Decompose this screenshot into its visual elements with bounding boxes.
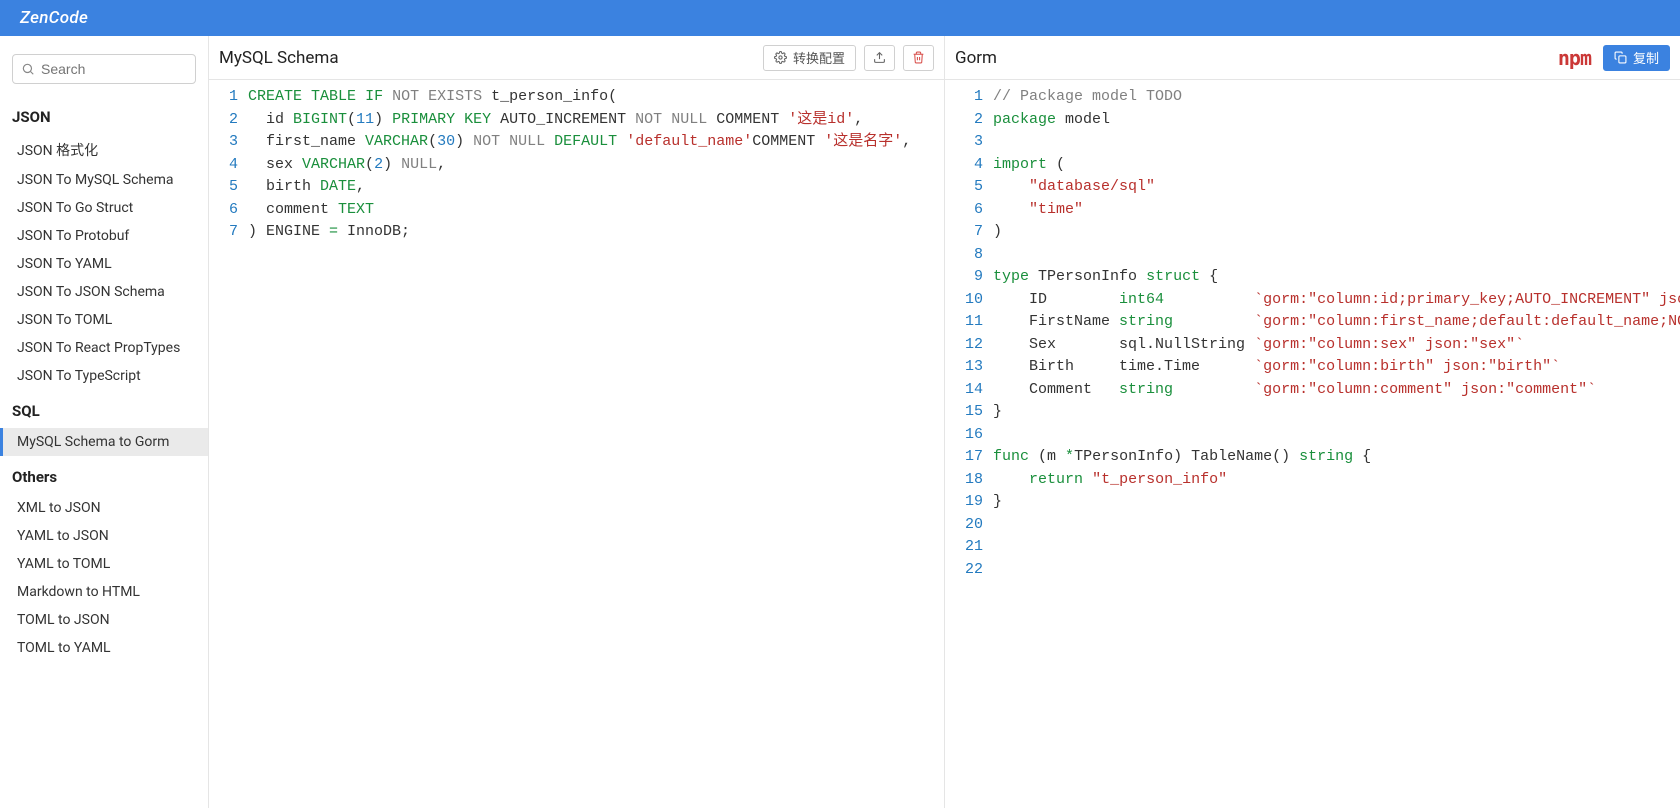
convert-settings-button[interactable]: 转换配置 — [763, 45, 856, 71]
code-line[interactable]: birth DATE, — [248, 176, 911, 199]
left-panel-header: MySQL Schema 转换配置 — [209, 36, 944, 80]
sidebar: JSONJSON 格式化JSON To MySQL SchemaJSON To … — [0, 36, 209, 808]
code-line[interactable] — [993, 514, 1670, 537]
code-line[interactable] — [993, 559, 1670, 582]
code-line[interactable] — [993, 424, 1670, 447]
sidebar-group-title: JSON — [0, 96, 208, 134]
sidebar-item[interactable]: MySQL Schema to Gorm — [0, 428, 208, 456]
app-header: ZenCode — [0, 0, 1680, 36]
copy-label: 复制 — [1633, 48, 1659, 67]
code-line[interactable] — [993, 131, 1670, 154]
sidebar-item[interactable]: JSON 格式化 — [0, 134, 208, 166]
brand-name: ZenCode — [20, 8, 88, 28]
sidebar-item[interactable]: JSON To React PropTypes — [0, 334, 208, 362]
search-box[interactable] — [12, 54, 196, 84]
code-line[interactable]: } — [993, 401, 1670, 424]
code-line[interactable]: comment TEXT — [248, 199, 911, 222]
sidebar-item[interactable]: TOML to JSON — [0, 606, 208, 634]
code-line[interactable]: "database/sql" — [993, 176, 1670, 199]
left-code[interactable]: CREATE TABLE IF NOT EXISTS t_person_info… — [248, 80, 921, 808]
sidebar-item[interactable]: JSON To TOML — [0, 306, 208, 334]
code-line[interactable] — [993, 536, 1670, 559]
left-panel: MySQL Schema 转换配置 1234567 CREATE TA — [209, 36, 945, 808]
sidebar-item[interactable]: JSON To TypeScript — [0, 362, 208, 390]
right-editor[interactable]: 12345678910111213141516171819202122 // P… — [945, 80, 1680, 808]
search-input[interactable] — [41, 61, 187, 77]
sidebar-item[interactable]: XML to JSON — [0, 494, 208, 522]
sidebar-item[interactable]: JSON To Protobuf — [0, 222, 208, 250]
sidebar-item[interactable]: TOML to YAML — [0, 634, 208, 662]
code-line[interactable]: id BIGINT(11) PRIMARY KEY AUTO_INCREMENT… — [248, 109, 911, 132]
sidebar-group-title: Others — [0, 456, 208, 494]
code-line[interactable]: Sex sql.NullString `gorm:"column:sex" js… — [993, 334, 1670, 357]
sidebar-item[interactable]: JSON To JSON Schema — [0, 278, 208, 306]
code-line[interactable]: Birth time.Time `gorm:"column:birth" jso… — [993, 356, 1670, 379]
app-body: JSONJSON 格式化JSON To MySQL SchemaJSON To … — [0, 36, 1680, 808]
code-line[interactable]: return "t_person_info" — [993, 469, 1670, 492]
code-line[interactable]: sex VARCHAR(2) NULL, — [248, 154, 911, 177]
npm-logo[interactable]: npm — [1558, 46, 1591, 70]
left-gutter: 1234567 — [209, 80, 248, 808]
code-line[interactable]: ) — [993, 221, 1670, 244]
copy-button[interactable]: 复制 — [1603, 45, 1670, 71]
copy-icon — [1614, 51, 1627, 64]
code-line[interactable]: // Package model TODO — [993, 86, 1670, 109]
code-line[interactable]: ID int64 `gorm:"column:id;primary_key;AU… — [993, 289, 1670, 312]
delete-button[interactable] — [903, 45, 934, 71]
search-icon — [21, 62, 35, 76]
code-line[interactable]: first_name VARCHAR(30) NOT NULL DEFAULT … — [248, 131, 911, 154]
sidebar-item[interactable]: YAML to JSON — [0, 522, 208, 550]
upload-icon — [873, 51, 886, 64]
code-line[interactable]: Comment string `gorm:"column:comment" js… — [993, 379, 1670, 402]
left-panel-title: MySQL Schema — [219, 48, 339, 68]
code-line[interactable]: CREATE TABLE IF NOT EXISTS t_person_info… — [248, 86, 911, 109]
right-code[interactable]: // Package model TODOpackage model impor… — [993, 80, 1680, 808]
code-line[interactable]: "time" — [993, 199, 1670, 222]
sidebar-group-title: SQL — [0, 390, 208, 428]
code-line[interactable]: FirstName string `gorm:"column:first_nam… — [993, 311, 1670, 334]
left-editor[interactable]: 1234567 CREATE TABLE IF NOT EXISTS t_per… — [209, 80, 944, 808]
sidebar-item[interactable]: YAML to TOML — [0, 550, 208, 578]
sidebar-item[interactable]: JSON To MySQL Schema — [0, 166, 208, 194]
code-line[interactable]: import ( — [993, 154, 1670, 177]
code-line[interactable]: type TPersonInfo struct { — [993, 266, 1670, 289]
code-line[interactable]: func (m *TPersonInfo) TableName() string… — [993, 446, 1670, 469]
sidebar-item[interactable]: Markdown to HTML — [0, 578, 208, 606]
right-panel-title: Gorm — [955, 48, 997, 68]
trash-icon — [912, 51, 925, 64]
gear-icon — [774, 51, 787, 64]
panels: MySQL Schema 转换配置 1234567 CREATE TA — [209, 36, 1680, 808]
sidebar-item[interactable]: JSON To Go Struct — [0, 194, 208, 222]
upload-button[interactable] — [864, 45, 895, 71]
right-panel-header: Gorm npm 复制 — [945, 36, 1680, 80]
sidebar-item[interactable]: JSON To YAML — [0, 250, 208, 278]
code-line[interactable]: ) ENGINE = InnoDB; — [248, 221, 911, 244]
code-line[interactable]: } — [993, 491, 1670, 514]
code-line[interactable] — [993, 244, 1670, 267]
code-line[interactable]: package model — [993, 109, 1670, 132]
right-gutter: 12345678910111213141516171819202122 — [945, 80, 993, 808]
right-panel: Gorm npm 复制 1234567891011121314151617181… — [945, 36, 1680, 808]
convert-settings-label: 转换配置 — [793, 48, 845, 67]
